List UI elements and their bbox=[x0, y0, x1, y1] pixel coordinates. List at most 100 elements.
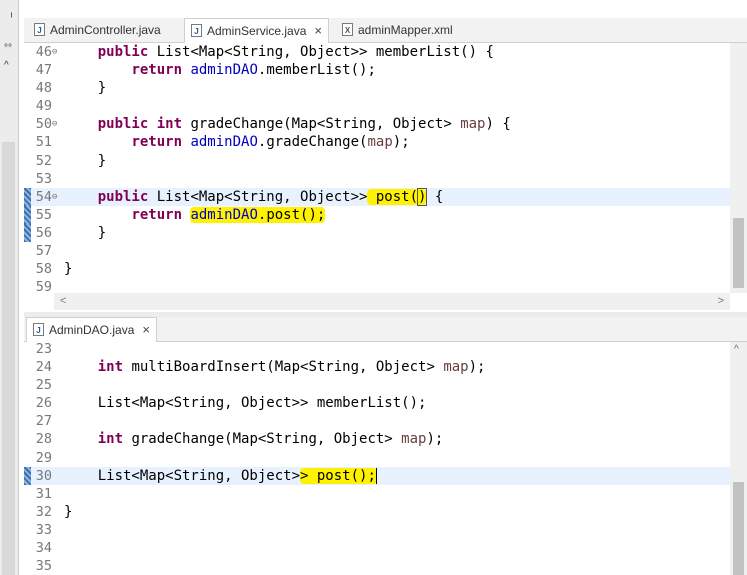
code-line: 34 bbox=[24, 539, 730, 557]
fold-icon[interactable]: ⊖ bbox=[52, 188, 57, 206]
code-area[interactable]: 23 24 int multiBoardInsert(Map<String, O… bbox=[24, 340, 730, 575]
code-text: public int gradeChange(Map<String, Objec… bbox=[97, 116, 511, 133]
xml-file-icon: X bbox=[342, 23, 353, 37]
vertical-scrollbar[interactable] bbox=[730, 43, 747, 293]
line-number: 35 bbox=[35, 558, 52, 575]
text-caret bbox=[375, 467, 377, 484]
line-number: 48 bbox=[35, 80, 52, 97]
highlight: adminDAO.post(); bbox=[190, 206, 326, 223]
fold-icon[interactable]: ⊖ bbox=[52, 43, 57, 61]
highlight: > post(); bbox=[300, 467, 377, 484]
java-file-icon: J bbox=[191, 24, 202, 38]
code-line: 58} bbox=[24, 260, 730, 278]
code-line: 32} bbox=[24, 503, 730, 521]
code-line-current: 54 ⊖ public List<Map<String, Object>> pos… bbox=[24, 187, 730, 206]
code-text: return adminDAO.post(); bbox=[131, 206, 326, 223]
line-number: 46 bbox=[35, 44, 52, 60]
code-text: return adminDAO.gradeChange(map); bbox=[131, 134, 410, 151]
line-number: 47 bbox=[35, 62, 52, 79]
code-line: 52 } bbox=[24, 152, 730, 170]
line-number: 50 bbox=[35, 116, 52, 133]
line-number: 51 bbox=[35, 134, 52, 151]
bottom-editor: J AdminDAO.java × 23 24 int multiBoardInse… bbox=[24, 317, 747, 575]
scroll-up-icon[interactable]: ^ bbox=[734, 344, 739, 355]
code-text: int gradeChange(Map<String, Object> map)… bbox=[97, 431, 444, 448]
left-side-panel: ᅵ °° ^ bbox=[0, 0, 19, 575]
fold-icon[interactable]: ⊖ bbox=[52, 115, 57, 133]
code-line: 26 List<Map<String, Object>> memberList(… bbox=[24, 394, 730, 412]
code-line: 51 return adminDAO.gradeChange(map); bbox=[24, 133, 730, 151]
tab-admin-dao[interactable]: J AdminDAO.java × bbox=[26, 317, 157, 342]
scrollbar-thumb[interactable] bbox=[733, 218, 744, 288]
code-line: 33 bbox=[24, 521, 730, 539]
line-number: 26 bbox=[35, 395, 52, 412]
code-text: } bbox=[64, 503, 73, 520]
java-file-icon: J bbox=[34, 23, 45, 37]
line-number: 25 bbox=[35, 377, 52, 394]
code-line: 53 bbox=[24, 170, 730, 188]
code-line: 27 bbox=[24, 412, 730, 430]
line-number: 23 bbox=[35, 341, 52, 357]
code-line: 28 int gradeChange(Map<String, Object> m… bbox=[24, 430, 730, 448]
scrollbar-thumb[interactable] bbox=[733, 482, 744, 575]
top-editor: J AdminController.java J AdminService.java… bbox=[24, 18, 747, 312]
line-number: 31 bbox=[35, 485, 52, 502]
scroll-right-icon[interactable]: > bbox=[718, 293, 724, 310]
line-number: 27 bbox=[35, 413, 52, 430]
code-line-current: 30 List<Map<String, Object>> post(); bbox=[24, 466, 730, 485]
code-text: int multiBoardInsert(Map<String, Object>… bbox=[97, 359, 486, 376]
tab-admin-service[interactable]: J AdminService.java × bbox=[184, 18, 329, 43]
code-line: 29 bbox=[24, 449, 730, 467]
code-line: 25 bbox=[24, 376, 730, 394]
tab-label: AdminController.java bbox=[50, 23, 161, 37]
line-number: 54 bbox=[35, 188, 52, 205]
line-number: 56 bbox=[35, 224, 52, 241]
line-number: 59 bbox=[35, 279, 52, 296]
code-text: List<Map<String, Object>> memberList(); bbox=[97, 395, 427, 412]
scroll-left-icon[interactable]: < bbox=[60, 293, 66, 310]
line-number: 57 bbox=[35, 243, 52, 260]
line-number: 28 bbox=[35, 431, 52, 448]
horizontal-scrollbar[interactable]: < > bbox=[54, 293, 730, 310]
line-number: 53 bbox=[35, 170, 52, 187]
line-number: 32 bbox=[35, 503, 52, 520]
line-number: 34 bbox=[35, 540, 52, 557]
panel-label-dots: °° bbox=[4, 43, 12, 54]
side-scrollbar[interactable] bbox=[2, 142, 15, 575]
code-line: 23 bbox=[24, 340, 730, 358]
code-text: } bbox=[97, 152, 107, 169]
line-number: 52 bbox=[35, 152, 52, 169]
close-icon[interactable]: × bbox=[314, 19, 322, 43]
code-text: public List<Map<String, Object>> memberL… bbox=[97, 44, 494, 60]
code-area[interactable]: 46 ⊖ public List<Map<String, Object>> mem… bbox=[24, 43, 730, 296]
tab-label: AdminDAO.java bbox=[49, 323, 135, 337]
line-number: 30 bbox=[35, 467, 52, 484]
highlight: post() bbox=[367, 187, 428, 206]
line-number: 49 bbox=[35, 98, 52, 115]
code-line: 49 bbox=[24, 97, 730, 115]
line-number: 58 bbox=[35, 261, 52, 278]
tab-label: adminMapper.xml bbox=[358, 23, 453, 37]
close-icon[interactable]: × bbox=[142, 318, 150, 342]
line-number: 55 bbox=[35, 206, 52, 223]
code-line: 46 ⊖ public List<Map<String, Object>> mem… bbox=[24, 43, 730, 61]
code-line: 35 bbox=[24, 557, 730, 575]
code-text: List<Map<String, Object>> post(); bbox=[97, 467, 377, 484]
code-line: 50 ⊖ public int gradeChange(Map<String, O… bbox=[24, 115, 730, 133]
tab-label: AdminService.java bbox=[207, 24, 307, 38]
tab-admin-mapper[interactable]: XadminMapper.xml bbox=[336, 18, 453, 42]
code-line: 57 bbox=[24, 242, 730, 260]
code-line: 48 } bbox=[24, 79, 730, 97]
java-file-icon: J bbox=[33, 323, 44, 337]
line-number: 33 bbox=[35, 521, 52, 538]
line-number: 24 bbox=[35, 359, 52, 376]
code-line: 56 } bbox=[24, 223, 730, 242]
code-text: return adminDAO.memberList(); bbox=[131, 62, 376, 79]
vertical-scrollbar[interactable]: ^ bbox=[730, 342, 747, 575]
code-text: } bbox=[97, 80, 107, 97]
chevron-up-icon[interactable]: ^ bbox=[4, 60, 9, 71]
line-number: 29 bbox=[35, 449, 52, 466]
tab-admin-controller[interactable]: J AdminController.java bbox=[28, 18, 161, 42]
code-text: } bbox=[97, 224, 107, 241]
code-line: 55 return adminDAO.post(); bbox=[24, 205, 730, 224]
